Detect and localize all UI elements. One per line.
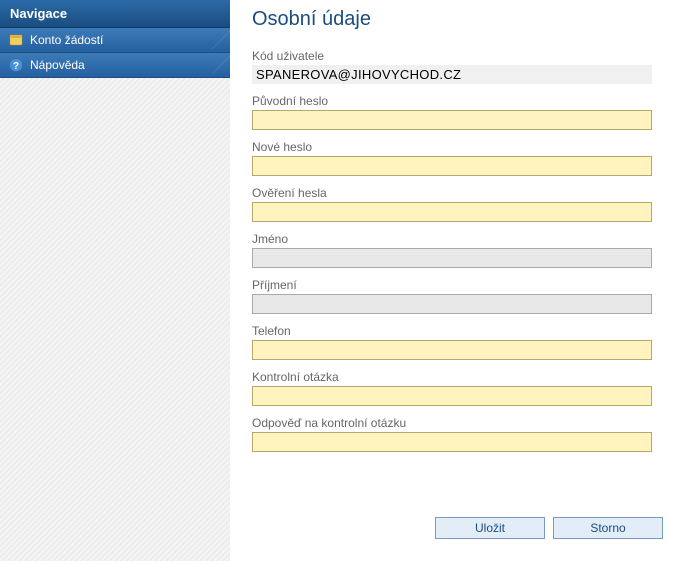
first-name-input[interactable] (252, 248, 652, 268)
new-password-input[interactable] (252, 156, 652, 176)
phone-label: Telefon (252, 324, 663, 338)
original-password-label: Původní heslo (252, 94, 663, 108)
security-answer-label: Odpověď na kontrolní otázku (252, 416, 663, 430)
last-name-label: Příjmení (252, 278, 663, 292)
svg-text:?: ? (13, 61, 19, 72)
last-name-input[interactable] (252, 294, 652, 314)
phone-input[interactable] (252, 340, 652, 360)
sidebar-item-konto[interactable]: Konto žádostí (0, 28, 230, 53)
user-code-value: SPANEROVA@JIHOVYCHOD.CZ (252, 65, 652, 84)
account-icon (8, 32, 24, 48)
field-security-answer: Odpověď na kontrolní otázku (252, 416, 663, 452)
first-name-label: Jméno (252, 232, 663, 246)
sidebar: Navigace Konto žádostí ? Nápověda (0, 0, 230, 553)
main-content: Osobní údaje Kód uživatele SPANEROVA@JIH… (230, 0, 683, 553)
cancel-button[interactable]: Storno (553, 517, 663, 539)
field-last-name: Příjmení (252, 278, 663, 314)
help-icon: ? (8, 57, 24, 73)
original-password-input[interactable] (252, 110, 652, 130)
new-password-label: Nové heslo (252, 140, 663, 154)
sidebar-item-napoveda[interactable]: ? Nápověda (0, 53, 230, 78)
field-original-password: Původní heslo (252, 94, 663, 130)
save-button[interactable]: Uložit (435, 517, 545, 539)
sidebar-background (0, 78, 230, 561)
field-user-code: Kód uživatele SPANEROVA@JIHOVYCHOD.CZ (252, 49, 663, 84)
user-code-label: Kód uživatele (252, 49, 663, 63)
security-question-input[interactable] (252, 386, 652, 406)
page-title: Osobní údaje (252, 8, 663, 31)
field-first-name: Jméno (252, 232, 663, 268)
confirm-password-input[interactable] (252, 202, 652, 222)
security-answer-input[interactable] (252, 432, 652, 452)
field-confirm-password: Ověření hesla (252, 186, 663, 222)
field-new-password: Nové heslo (252, 140, 663, 176)
field-phone: Telefon (252, 324, 663, 360)
button-row: Uložit Storno (435, 517, 663, 539)
confirm-password-label: Ověření hesla (252, 186, 663, 200)
sidebar-item-label: Konto žádostí (30, 33, 103, 47)
field-security-question: Kontrolní otázka (252, 370, 663, 406)
nav-header: Navigace (0, 0, 230, 28)
security-question-label: Kontrolní otázka (252, 370, 663, 384)
sidebar-item-label: Nápověda (30, 58, 85, 72)
